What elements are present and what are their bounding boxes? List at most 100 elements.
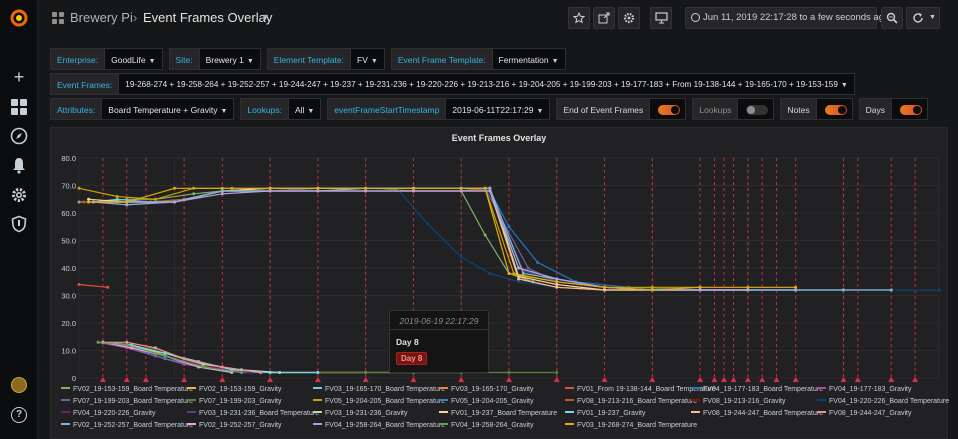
notes-label: Notes <box>780 98 817 120</box>
lookups-label: Lookups: <box>240 98 289 120</box>
legend-item[interactable]: FV03_19-165-170_Gravity <box>439 386 534 393</box>
legend-item[interactable]: FV01_19-237_Gravity <box>565 410 645 417</box>
legend-label: FV04_19-177-183_Board Temperature <box>703 386 824 393</box>
y-tick-label: 70.0 <box>61 182 76 191</box>
legend-swatch <box>565 411 574 414</box>
tooltip-title: Day 8 <box>396 337 419 347</box>
caret-down-icon: ▼ <box>536 108 544 115</box>
data-point <box>459 186 463 190</box>
data-point <box>220 186 224 190</box>
tooltip-badge: Day 8 <box>396 352 428 365</box>
event-frames-label: Event Frames: <box>50 73 120 95</box>
star-button[interactable] <box>568 7 590 29</box>
attributes-value: Board Temperature + Gravity <box>108 105 218 115</box>
dashboard-title[interactable]: Event Frames Overlay <box>143 10 272 25</box>
event-frame-template-select[interactable]: Fermentation ▼ <box>492 48 566 70</box>
legend-item[interactable]: FV08_19-213-216_Gravity <box>691 398 786 405</box>
legend-swatch <box>691 387 700 390</box>
start-timestamp-select[interactable]: 2019-06-11T22:17:29 ▼ <box>446 98 551 120</box>
legend-item[interactable]: FV04_19-177-183_Board Temperature <box>691 386 823 393</box>
data-point <box>87 197 91 201</box>
time-range-picker[interactable]: Jun 11, 2019 22:17:28 to a few seconds a… <box>685 7 889 29</box>
legend-item[interactable]: FV04_19-258-264_Board Temperature <box>313 422 445 429</box>
toggle-on <box>900 105 923 115</box>
legend-item[interactable]: FV02_19-153-159_Gravity <box>187 386 282 393</box>
data-point <box>507 225 511 229</box>
notes-switch[interactable] <box>816 98 853 120</box>
create-plus-icon[interactable]: + <box>10 68 28 86</box>
event-frame-template-label: Event Frame Template: <box>390 48 493 70</box>
legend-item[interactable]: FV02_19-153-159_Board Temperature <box>61 386 193 393</box>
data-point <box>268 186 272 190</box>
alerting-bell-icon[interactable] <box>10 156 28 174</box>
chevron-down-icon[interactable]: ▼ <box>261 12 270 22</box>
toggle-on <box>824 105 847 115</box>
legend-item[interactable]: FV03_19-268-274_Board Temperature <box>565 422 697 429</box>
legend-label: FV04_19-258-264_Board Temperature <box>325 422 446 429</box>
graph-chart[interactable]: 0 10.0 20.0 30.0 40.0 50.0 60.0 70.0 80.0 <box>51 128 949 386</box>
caret-down-icon: ▼ <box>370 58 378 65</box>
user-avatar[interactable] <box>11 377 27 393</box>
settings-button[interactable] <box>618 7 640 29</box>
data-point <box>526 266 530 270</box>
legend-swatch <box>565 399 574 402</box>
explore-compass-icon[interactable] <box>10 127 28 145</box>
legend-item[interactable]: FV08_19-244-247_Board Temperature <box>691 410 823 417</box>
enterprise-select[interactable]: GoodLife ▼ <box>105 48 163 70</box>
legend-item[interactable]: FV03_19-165-170_Board Temperature <box>313 386 445 393</box>
end-of-event-frames-switch[interactable] <box>650 98 687 120</box>
data-point <box>517 266 521 270</box>
server-admin-shield-icon[interactable] <box>10 215 28 233</box>
lookups-switch[interactable] <box>738 98 775 120</box>
data-point <box>268 371 272 374</box>
event-frames-select[interactable]: 19-268-274 + 19-258-264 + 19-252-257 + 1… <box>119 73 855 95</box>
zoom-out-button[interactable] <box>881 7 903 29</box>
legend-item[interactable]: FV08_19-244-247_Gravity <box>817 410 912 417</box>
legend-swatch <box>439 423 448 426</box>
data-point <box>411 189 415 193</box>
element-template-select[interactable]: FV ▼ <box>351 48 385 70</box>
lookups-select[interactable]: All ▼ <box>288 98 322 120</box>
site-label: Site: <box>168 48 200 70</box>
legend-item[interactable]: FV04_19-220-226_Board Temperature <box>817 398 949 405</box>
legend-item[interactable]: FV07_19-199-203_Gravity <box>187 398 282 405</box>
breadcrumb-folder[interactable]: Brewery Pi <box>70 10 133 25</box>
grid-icon[interactable] <box>52 12 65 25</box>
caret-down-icon: ▼ <box>551 58 559 65</box>
data-point <box>603 288 607 292</box>
days-switch[interactable] <box>892 98 929 120</box>
tv-mode-button[interactable] <box>650 7 672 29</box>
dashboards-icon[interactable] <box>10 98 28 116</box>
help-icon[interactable]: ? <box>11 407 27 423</box>
legend-label: FV03_19-165-170_Board Temperature <box>325 386 446 393</box>
data-point <box>220 365 224 369</box>
legend-item[interactable]: FV05_19-204-205_Board Temperature <box>313 398 445 405</box>
refresh-button[interactable]: ▼ <box>906 7 940 29</box>
legend-item[interactable]: FV08_19-213-216_Board Temperature <box>565 398 697 405</box>
legend-item[interactable]: FV04_19-258-264_Gravity <box>439 422 534 429</box>
grafana-logo-icon[interactable] <box>9 8 29 28</box>
caret-down-icon: ▼ <box>148 58 156 65</box>
legend-item[interactable]: FV03_19-231-236_Board Temperature <box>187 410 319 417</box>
share-button[interactable] <box>593 7 615 29</box>
data-point <box>182 357 186 361</box>
legend-item[interactable]: FV04_19-220-226_Gravity <box>61 410 156 417</box>
legend-item[interactable]: FV02_19-252-257_Gravity <box>187 422 282 429</box>
configuration-gear-icon[interactable] <box>10 186 28 204</box>
data-point <box>507 272 511 275</box>
legend-item[interactable]: FV07_19-199-203_Board Temperature <box>61 398 193 405</box>
y-tick-label: 30.0 <box>61 292 76 301</box>
data-point <box>411 186 415 190</box>
legend-label: FV02_19-153-159_Board Temperature <box>73 386 194 393</box>
site-select[interactable]: Brewery 1 ▼ <box>199 48 261 70</box>
legend-item[interactable]: FV01_19-237_Board Temperature <box>439 410 557 417</box>
data-point <box>125 203 129 207</box>
data-point <box>153 197 157 201</box>
legend-item[interactable]: FV05_19-204-205_Gravity <box>439 398 534 405</box>
legend-item[interactable]: FV02_19-252-257_Board Temperature <box>61 422 193 429</box>
legend-item[interactable]: FV04_19-177-183_Gravity <box>817 386 912 393</box>
legend-item[interactable]: FV03_19-231-236_Gravity <box>313 410 408 417</box>
legend-label: FV04_19-258-264_Gravity <box>451 422 534 429</box>
legend-label: FV04_19-220-226_Board Temperature <box>829 398 950 405</box>
attributes-select[interactable]: Board Temperature + Gravity ▼ <box>102 98 235 120</box>
